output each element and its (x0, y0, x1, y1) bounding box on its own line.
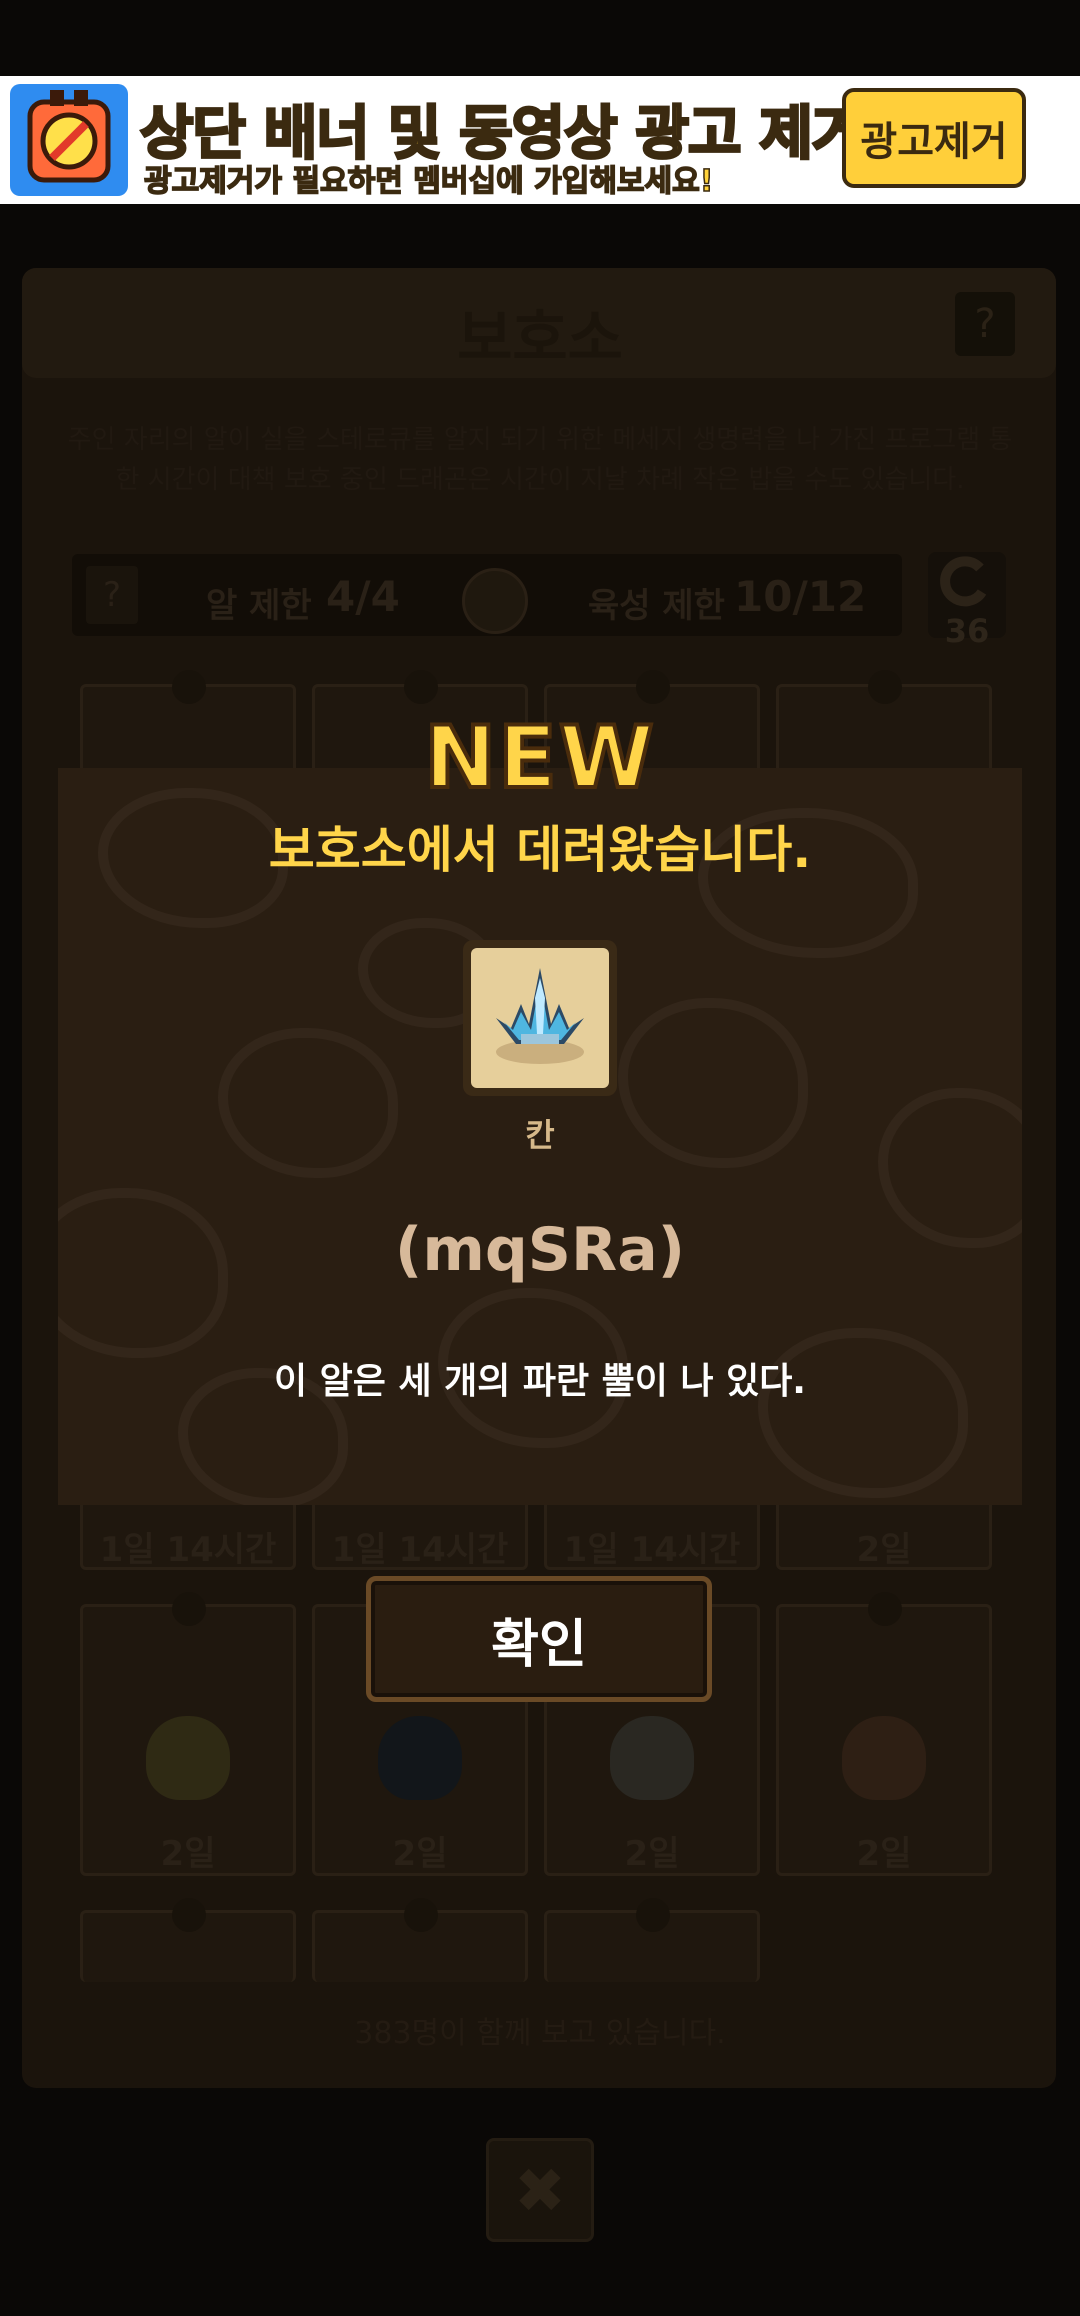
refresh-icon (940, 556, 987, 607)
egg-icon (842, 1716, 926, 1800)
slot-pin (172, 1898, 206, 1932)
slot-pin (636, 1898, 670, 1932)
page-title: 보호소 (457, 304, 623, 374)
help-button[interactable]: ? (955, 292, 1015, 356)
blue-horn-egg-icon (496, 968, 584, 1064)
hatch-timer: 2일 (160, 1834, 216, 1874)
modal-title: 보호소에서 데려왔습니다. (268, 821, 812, 879)
egg-code: (mqSRa) (394, 1215, 686, 1285)
hatch-timer: 2일 (624, 1834, 680, 1874)
egg-name: 칸 (525, 1116, 555, 1154)
raise-limit-value: 10/12 (734, 572, 867, 621)
viewer-count: 383명이 함께 보고 있습니다. (354, 2016, 726, 2051)
raise-limit-label: 육성 제한 (588, 586, 725, 626)
egg-limit-value: 4/4 (326, 572, 400, 621)
ad-banner[interactable]: 상단 배너 및 동영상 광고 제거! 광고제거가 필요하면 멤버십에 가입해보세… (0, 76, 1080, 204)
slot-pin (404, 1898, 438, 1932)
confirm-button[interactable]: 확인 (366, 1576, 712, 1702)
shelter-description: 주인 자리의 알이 실을 스테로큐를 알지 되기 위한 메세지 생명력을 나 가… (67, 425, 1013, 495)
egg-icon (610, 1716, 694, 1800)
dragon-icon (462, 568, 528, 634)
limit-help-button[interactable]: ? (86, 566, 138, 624)
egg-icon (146, 1716, 230, 1800)
egg-limit-label: 알 제한 (206, 586, 312, 626)
hatch-timer: 1일 14시간 (99, 1530, 277, 1570)
egg-description: 이 알은 세 개의 파란 뿔이 나 있다. (274, 1361, 806, 1402)
egg-icon (378, 1716, 462, 1800)
banner-subtitle: 광고제거가 필요하면 멤버십에 가입해보세요! (143, 163, 714, 200)
hatch-timer: 2일 (856, 1530, 912, 1570)
hatch-timer: 1일 14시간 (563, 1530, 741, 1570)
egg-portrait (471, 948, 609, 1088)
slot-pin (868, 1592, 902, 1626)
hatch-timer: 1일 14시간 (331, 1530, 509, 1570)
new-label: NEW (422, 706, 656, 810)
slot-pin (636, 670, 670, 704)
slot-pin (172, 670, 206, 704)
no-ads-icon (10, 84, 128, 196)
slot-pin (868, 670, 902, 704)
slot-pin (404, 670, 438, 704)
close-button[interactable]: ✖ (486, 2138, 594, 2242)
hatch-timer: 2일 (856, 1834, 912, 1874)
hatch-timer: 2일 (392, 1834, 448, 1874)
refresh-count: 36 (944, 612, 990, 650)
slot-pin (172, 1592, 206, 1626)
remove-ads-button[interactable]: 광고제거 (842, 88, 1026, 188)
